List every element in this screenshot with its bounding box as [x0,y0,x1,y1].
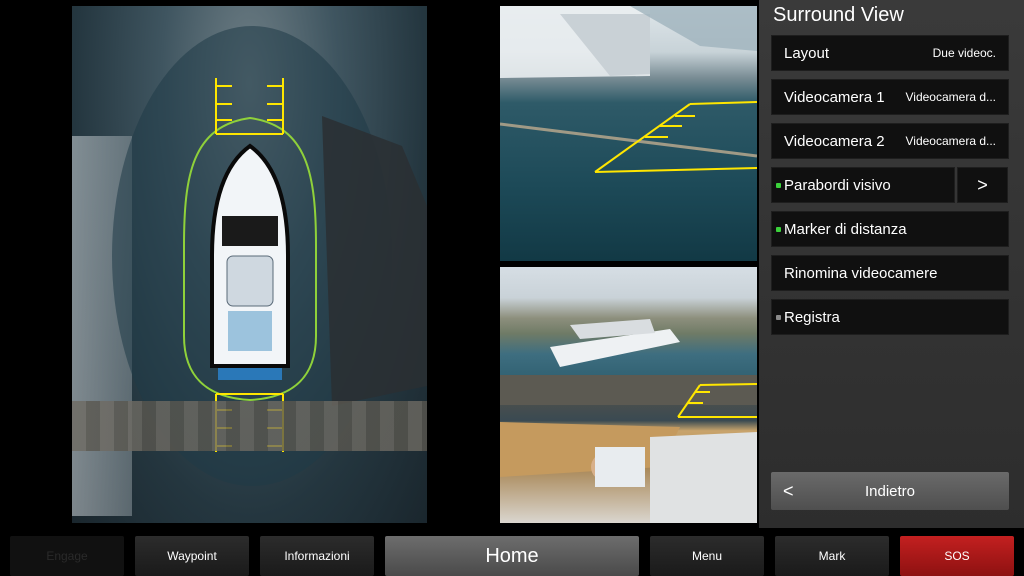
distance-markers-label: Marker di distanza [784,220,907,238]
camera-2-value: Videocamera d... [905,134,997,148]
record-indicator [776,314,781,320]
top-view-overlay [112,26,427,486]
info-button[interactable]: Informazioni [260,536,374,576]
rename-cameras-button[interactable]: Rinomina videocamere [771,255,1009,291]
camera-view-1 [500,6,757,261]
surround-view-panel: Surround View Layout Due videoc. Videoca… [759,0,1024,528]
layout-label: Layout [784,44,830,62]
record-label: Registra [784,308,840,326]
camera-1-label: Videocamera 1 [784,88,885,106]
engage-button[interactable]: Engage [10,536,124,576]
back-label: Indietro [864,482,916,500]
home-button[interactable]: Home [385,536,639,576]
bottom-bar: Engage Waypoint Informazioni Home Menu M… [0,528,1024,576]
distance-guide-cam1 [594,101,757,173]
fenders-enabled-indicator [776,182,781,188]
visual-fenders-toggle[interactable]: Parabordi visivo [771,167,955,203]
chevron-right-icon: > [977,174,988,195]
layout-setting[interactable]: Layout Due videoc. [771,35,1009,71]
mark-button[interactable]: Mark [775,536,889,576]
fenders-settings-button[interactable]: > [957,167,1008,203]
waypoint-button[interactable]: Waypoint [135,536,249,576]
sos-button[interactable]: SOS [900,536,1014,576]
record-toggle[interactable]: Registra [771,299,1009,335]
chevron-left-icon: < [783,480,794,501]
distance-markers-indicator [776,226,781,232]
surround-top-view [72,6,427,523]
visual-fenders-label: Parabordi visivo [784,176,891,194]
camera-1-setting[interactable]: Videocamera 1 Videocamera d... [771,79,1009,115]
camera-view-2 [500,267,757,523]
camera-2-label: Videocamera 2 [784,132,885,150]
menu-button[interactable]: Menu [650,536,764,576]
layout-value: Due videoc. [932,46,996,60]
back-button[interactable]: < Indietro [771,472,1009,510]
panel-title: Surround View [773,4,904,26]
distance-markers-toggle[interactable]: Marker di distanza [771,211,1009,247]
camera-2-setting[interactable]: Videocamera 2 Videocamera d... [771,123,1009,159]
rename-cameras-label: Rinomina videocamere [784,264,938,282]
camera-1-value: Videocamera d... [905,90,997,104]
distance-guide-rear [215,393,284,452]
